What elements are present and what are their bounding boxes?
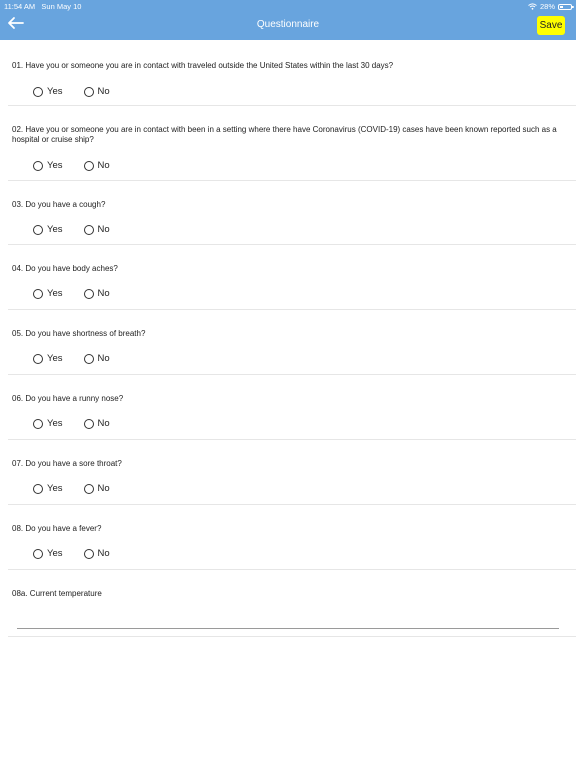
status-bar: 11:54 AM Sun May 10 28%	[0, 0, 576, 12]
answer-options: Yes No	[33, 483, 131, 494]
answer-no-radio[interactable]: No	[83, 418, 110, 429]
radio-circle-icon	[33, 224, 43, 235]
wifi-icon	[528, 3, 537, 10]
page-title: Questionnaire	[256, 19, 320, 30]
answer-yes-radio[interactable]: Yes	[33, 353, 63, 364]
radio-circle-icon	[83, 483, 94, 494]
answer-options: Yes No	[33, 288, 131, 299]
answer-yes-radio[interactable]: Yes	[33, 86, 63, 97]
answer-no-radio[interactable]: No	[83, 548, 110, 559]
answer-no-radio[interactable]: No	[83, 160, 110, 171]
question-text: 07. Do you have a sore throat?	[12, 459, 122, 468]
answer-yes-label: Yes	[47, 483, 63, 494]
answer-options: Yes No	[33, 160, 131, 171]
radio-circle-icon	[33, 160, 43, 171]
question-text: 01. Have you or someone you are in conta…	[12, 61, 394, 70]
question-item-04: 04. Do you have body aches? Yes No	[8, 245, 576, 310]
radio-circle-icon	[83, 160, 94, 171]
question-text: 05. Do you have shortness of breath?	[12, 329, 146, 338]
answer-yes-radio[interactable]: Yes	[33, 418, 63, 429]
radio-circle-icon	[83, 353, 94, 364]
answer-yes-label: Yes	[47, 288, 63, 299]
answer-yes-label: Yes	[47, 353, 63, 364]
status-time-value: 11:54 AM	[4, 2, 36, 11]
answer-yes-label: Yes	[47, 160, 63, 171]
radio-circle-icon	[83, 86, 94, 97]
question-item-07: 07. Do you have a sore throat? Yes No	[8, 440, 576, 505]
answer-options: Yes No	[33, 353, 131, 364]
answer-options: Yes No	[33, 418, 131, 429]
answer-no-label: No	[97, 548, 110, 559]
answer-yes-label: Yes	[47, 418, 63, 429]
temperature-input-underline	[17, 628, 559, 629]
question-item-02: 02. Have you or someone you are in conta…	[8, 106, 576, 181]
radio-circle-icon	[33, 418, 43, 429]
status-date: Sun May 10	[41, 2, 82, 11]
temperature-label: 08a. Current temperature	[12, 589, 102, 598]
answer-no-radio[interactable]: No	[83, 353, 110, 364]
answer-yes-label: Yes	[47, 86, 63, 97]
answer-options: Yes No	[33, 224, 131, 235]
question-text: 06. Do you have a runny nose?	[12, 394, 124, 403]
answer-yes-radio[interactable]: Yes	[33, 548, 63, 559]
question-text: 03. Do you have a cough?	[12, 200, 106, 209]
navigation-bar: 11:54 AM Sun May 10 28% Questionnaire Sa…	[0, 0, 576, 40]
answer-no-radio[interactable]: No	[83, 224, 110, 235]
answer-no-label: No	[97, 160, 110, 171]
radio-circle-icon	[83, 288, 94, 299]
radio-circle-icon	[33, 548, 43, 559]
answer-no-radio[interactable]: No	[83, 86, 110, 97]
answer-yes-radio[interactable]: Yes	[33, 160, 63, 171]
answer-no-label: No	[97, 418, 110, 429]
question-item-06: 06. Do you have a runny nose? Yes No	[8, 375, 576, 440]
status-right: 28%	[528, 2, 574, 11]
temperature-item: 08a. Current temperature	[8, 570, 576, 637]
radio-circle-icon	[33, 86, 43, 97]
answer-no-radio[interactable]: No	[83, 288, 110, 299]
radio-circle-icon	[83, 418, 94, 429]
answer-no-radio[interactable]: No	[83, 483, 110, 494]
radio-circle-icon	[33, 353, 43, 364]
question-text: 04. Do you have body aches?	[12, 264, 118, 273]
answer-yes-radio[interactable]: Yes	[33, 288, 63, 299]
answer-yes-label: Yes	[47, 548, 63, 559]
radio-circle-icon	[83, 548, 94, 559]
question-text: 02. Have you or someone you are in conta…	[12, 125, 557, 144]
question-item-03: 03. Do you have a cough? Yes No	[8, 181, 576, 245]
answer-yes-radio[interactable]: Yes	[33, 224, 63, 235]
status-time: 11:54 AM Sun May 10	[4, 2, 81, 11]
answer-options: Yes No	[33, 86, 131, 97]
answer-no-label: No	[97, 353, 110, 364]
radio-circle-icon	[33, 483, 43, 494]
battery-icon	[558, 3, 574, 10]
question-text: 08. Do you have a fever?	[12, 524, 102, 533]
battery-percent: 28%	[539, 2, 555, 11]
question-item-05: 05. Do you have shortness of breath? Yes…	[8, 310, 576, 375]
questionnaire-list: 01. Have you or someone you are in conta…	[0, 40, 576, 637]
answer-no-label: No	[97, 483, 110, 494]
question-item-08: 08. Do you have a fever? Yes No	[8, 505, 576, 570]
answer-yes-label: Yes	[47, 224, 63, 235]
radio-circle-icon	[33, 288, 43, 299]
radio-circle-icon	[83, 224, 94, 235]
question-item-01: 01. Have you or someone you are in conta…	[8, 40, 576, 106]
answer-no-label: No	[97, 224, 110, 235]
answer-no-label: No	[97, 288, 110, 299]
answer-yes-radio[interactable]: Yes	[33, 483, 63, 494]
answer-options: Yes No	[33, 548, 131, 559]
save-button[interactable]: Save	[537, 16, 565, 35]
temperature-input[interactable]	[17, 612, 559, 628]
answer-no-label: No	[97, 86, 110, 97]
